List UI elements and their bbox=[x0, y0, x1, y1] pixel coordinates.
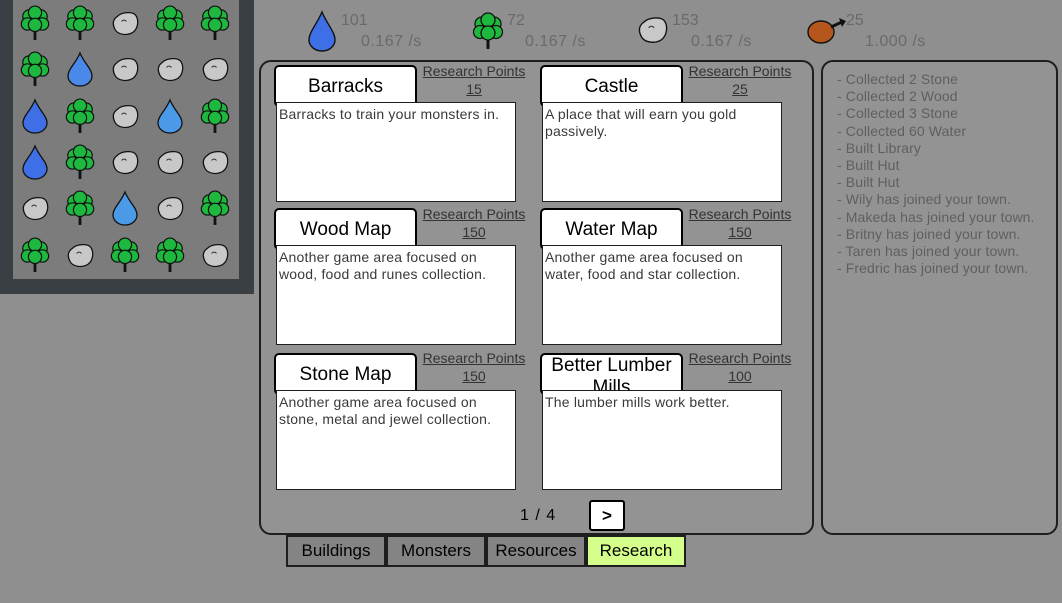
research-card-title[interactable]: Stone Map bbox=[274, 353, 417, 395]
log-entry: - Taren has joined your town. bbox=[837, 243, 1020, 260]
page-indicator: 1 / 4 bbox=[520, 507, 557, 524]
research-points: Research Points 15 bbox=[418, 62, 530, 98]
tree-tile[interactable] bbox=[58, 93, 102, 139]
board-frame bbox=[0, 0, 254, 294]
water-count: 101 bbox=[341, 12, 368, 29]
research-card-title[interactable]: Water Map bbox=[540, 208, 683, 250]
tree-tile[interactable] bbox=[13, 46, 57, 92]
research-points: Research Points 150 bbox=[684, 205, 796, 241]
stone-tile[interactable] bbox=[103, 93, 147, 139]
tree-tile[interactable] bbox=[13, 0, 57, 46]
log-entry: - Collected 60 Water bbox=[837, 122, 967, 139]
tree-tile[interactable] bbox=[193, 0, 237, 46]
stone-tile[interactable] bbox=[103, 46, 147, 92]
log-entry: - Built Library bbox=[837, 139, 921, 156]
log-entry: - Collected 3 Stone bbox=[837, 105, 958, 122]
water-tile[interactable] bbox=[148, 93, 192, 139]
tab-resources[interactable]: Resources bbox=[486, 535, 586, 567]
research-points-value: 15 bbox=[466, 81, 482, 97]
stone-rate: 0.167 /s bbox=[691, 33, 752, 50]
research-points-label: Research Points bbox=[422, 63, 526, 79]
tab-monsters[interactable]: Monsters bbox=[386, 535, 486, 567]
research-card-title[interactable]: Wood Map bbox=[274, 208, 417, 250]
resource-water: 101 0.167 /s bbox=[307, 8, 447, 56]
research-card-description: A place that will earn you gold passivel… bbox=[542, 102, 782, 202]
resource-stone: 153 0.167 /s bbox=[638, 8, 778, 56]
research-card-description: The lumber mills work better. bbox=[542, 390, 782, 490]
resource-wood: 72 0.167 /s bbox=[471, 8, 611, 56]
tab-buildings[interactable]: Buildings bbox=[286, 535, 386, 567]
water-tile[interactable] bbox=[58, 46, 102, 92]
research-card-title[interactable]: Castle bbox=[540, 65, 683, 107]
tree-tile[interactable] bbox=[193, 185, 237, 231]
log-entry: - Makeda has joined your town. bbox=[837, 208, 1035, 225]
tab-research[interactable]: Research bbox=[586, 535, 686, 567]
stone-tile[interactable] bbox=[193, 46, 237, 92]
tree-tile[interactable] bbox=[13, 232, 57, 278]
wood-rate: 0.167 /s bbox=[525, 33, 586, 50]
research-points-value: 100 bbox=[728, 368, 752, 384]
stone-count: 153 bbox=[672, 12, 699, 29]
research-points: Research Points 150 bbox=[418, 349, 530, 385]
water-tile[interactable] bbox=[103, 185, 147, 231]
tree-icon bbox=[471, 10, 505, 57]
research-points-value: 150 bbox=[462, 224, 486, 240]
research-card-description: Another game area focused on wood, food … bbox=[276, 245, 516, 345]
tree-tile[interactable] bbox=[58, 185, 102, 231]
research-card-description: Another game area focused on water, food… bbox=[542, 245, 782, 345]
stone-tile[interactable] bbox=[148, 46, 192, 92]
research-points-label: Research Points bbox=[422, 206, 526, 222]
stone-icon bbox=[638, 16, 668, 49]
tree-tile[interactable] bbox=[103, 232, 147, 278]
stone-tile[interactable] bbox=[13, 185, 57, 231]
event-log: - Collected 2 Stone - Collected 2 Wood - C… bbox=[837, 71, 1052, 277]
research-points: Research Points 25 bbox=[684, 62, 796, 98]
research-points-value: 150 bbox=[462, 368, 486, 384]
research-points: Research Points 100 bbox=[684, 349, 796, 385]
research-points-label: Research Points bbox=[688, 350, 792, 366]
meat-icon bbox=[806, 16, 848, 51]
food-rate: 1.000 /s bbox=[865, 33, 926, 50]
research-card-title[interactable]: Barracks bbox=[274, 65, 417, 107]
match-board[interactable] bbox=[13, 0, 239, 279]
research-points-label: Research Points bbox=[688, 206, 792, 222]
resource-food: 25 1.000 /s bbox=[806, 8, 946, 56]
stone-tile[interactable] bbox=[148, 139, 192, 185]
log-entry: - Built Hut bbox=[837, 157, 900, 174]
tree-tile[interactable] bbox=[58, 0, 102, 46]
log-entry: - Fredric has joined your town. bbox=[837, 260, 1029, 277]
wood-count: 72 bbox=[507, 12, 525, 29]
log-entry: - Collected 2 Stone bbox=[837, 71, 958, 87]
research-card-description: Barracks to train your monsters in. bbox=[276, 102, 516, 202]
tree-tile[interactable] bbox=[58, 139, 102, 185]
water-drop-icon bbox=[307, 10, 337, 57]
stone-tile[interactable] bbox=[193, 139, 237, 185]
tree-tile[interactable] bbox=[148, 0, 192, 46]
water-tile[interactable] bbox=[13, 139, 57, 185]
tree-tile[interactable] bbox=[148, 232, 192, 278]
stone-tile[interactable] bbox=[103, 0, 147, 46]
next-page-button[interactable]: > bbox=[589, 500, 625, 531]
food-count: 25 bbox=[846, 12, 864, 29]
water-rate: 0.167 /s bbox=[361, 33, 422, 50]
research-card-description: Another game area focused on stone, meta… bbox=[276, 390, 516, 490]
research-points-label: Research Points bbox=[422, 350, 526, 366]
research-card-title[interactable]: Better Lumber Mills bbox=[540, 353, 683, 395]
stone-tile[interactable] bbox=[103, 139, 147, 185]
log-entry: - Britny has joined your town. bbox=[837, 225, 1021, 242]
research-points-label: Research Points bbox=[688, 63, 792, 79]
research-points: Research Points 150 bbox=[418, 205, 530, 241]
tree-tile[interactable] bbox=[193, 93, 237, 139]
research-points-value: 25 bbox=[732, 81, 748, 97]
water-tile[interactable] bbox=[13, 93, 57, 139]
stone-tile[interactable] bbox=[58, 232, 102, 278]
log-entry: - Built Hut bbox=[837, 174, 900, 191]
log-entry: - Wily has joined your town. bbox=[837, 191, 1011, 208]
log-entry: - Collected 2 Wood bbox=[837, 88, 958, 105]
research-points-value: 150 bbox=[728, 224, 752, 240]
stone-tile[interactable] bbox=[193, 232, 237, 278]
stone-tile[interactable] bbox=[148, 185, 192, 231]
